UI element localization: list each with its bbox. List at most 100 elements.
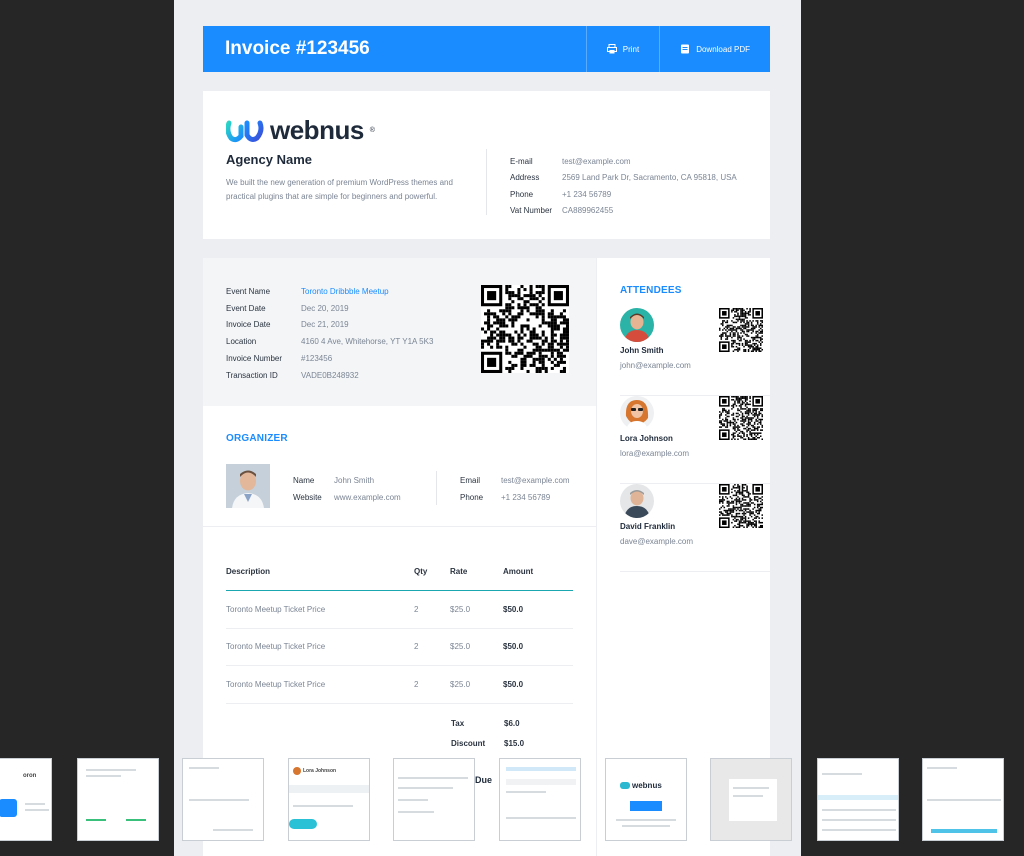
thumbnail-line — [822, 829, 896, 831]
thumbnail-line — [86, 769, 136, 771]
event-detail-row: Invoice Date Dec 21, 2019 — [226, 317, 433, 334]
print-button[interactable]: Print — [585, 26, 659, 72]
thumbnail[interactable]: Lora Johnson — [288, 758, 370, 841]
detail-label: Email — [460, 476, 481, 485]
person-avatar-icon — [620, 308, 654, 342]
pdf-icon — [681, 44, 690, 54]
agency-divider — [486, 149, 487, 215]
detail-label: Name — [293, 476, 315, 485]
detail-label: Invoice Number — [226, 354, 283, 364]
download-pdf-button[interactable]: Download PDF — [659, 26, 770, 72]
agency-detail-row: E-mail test@example.com — [510, 153, 737, 170]
thumbnail-line — [818, 795, 898, 800]
agency-detail-row: Vat Number CA889962455 — [510, 203, 737, 220]
thumbnail-line — [25, 809, 49, 811]
thumbnail-line — [86, 819, 106, 821]
event-details-panel: Event Name Toronto Dribbble Meetup Event … — [203, 258, 596, 406]
agency-description: We built the new generation of premium W… — [226, 178, 453, 201]
organizer-photo — [226, 464, 270, 508]
organizer-row: Email test@example.com — [460, 472, 570, 489]
person-avatar-icon — [620, 484, 654, 518]
thumbnail-line — [189, 767, 219, 769]
invoice-title: Invoice #123456 — [225, 38, 370, 59]
column-header: Qty — [414, 567, 428, 576]
thumbnail[interactable] — [499, 758, 581, 841]
thumbnail-line — [616, 819, 676, 821]
detail-label: Location — [226, 337, 257, 347]
column-header: Rate — [450, 567, 468, 576]
thumbnail-strip: oron Lora Johnson webnus — [0, 758, 1024, 842]
thumbnail-caption: webnus — [632, 781, 662, 790]
agency-detail-row: Phone +1 234 56789 — [510, 186, 737, 203]
thumbnail-line — [506, 767, 576, 771]
organizer-row: Phone +1 234 56789 — [460, 489, 570, 506]
detail-label: Website — [293, 493, 322, 502]
detail-label: Event Date — [226, 303, 266, 313]
attendee-card: David Franklin dave@example.com — [620, 484, 771, 572]
due-label: Due — [475, 775, 493, 785]
thumbnail[interactable] — [77, 758, 159, 841]
organizer-email[interactable]: test@example.com — [501, 476, 570, 485]
thumbnail-avatar — [293, 767, 301, 775]
item-qty: 2 — [414, 642, 419, 652]
thumbnail-line — [293, 805, 353, 807]
invoice-document: Invoice #123456 Print Download PDF webnu… — [174, 0, 801, 856]
attendees-heading: ATTENDEES — [620, 285, 682, 296]
attendee-avatar — [620, 308, 654, 342]
summary-label: Tax — [451, 719, 465, 728]
attendee-name: David Franklin — [620, 522, 676, 531]
thumbnail-graphic — [630, 801, 662, 811]
event-name-link[interactable]: Toronto Dribbble Meetup — [301, 287, 389, 296]
thumbnail-line — [126, 819, 146, 821]
thumbnail-line — [931, 829, 997, 833]
thumbnail[interactable] — [817, 758, 899, 841]
qr-code-icon — [719, 484, 763, 528]
thumbnail[interactable] — [710, 758, 792, 841]
thumbnail-line — [86, 775, 121, 777]
attendee-card: Lora Johnson lora@example.com — [620, 396, 771, 484]
agency-detail-row: Address 2569 Land Park Dr, Sacramento, CA… — [510, 170, 737, 187]
organizer-info: Name John Smith Website www.example.com — [293, 472, 401, 506]
item-rate: $25.0 — [450, 604, 471, 614]
detail-value: Dec 21, 2019 — [301, 320, 349, 330]
organizer-website[interactable]: www.example.com — [334, 493, 401, 502]
detail-value: #123456 — [301, 354, 333, 364]
thumbnail-line — [289, 785, 369, 793]
attendee-email[interactable]: john@example.com — [620, 361, 691, 370]
detail-value: CA889962455 — [562, 206, 614, 216]
summary-label: Discount — [451, 739, 486, 748]
attendee-email[interactable]: lora@example.com — [620, 449, 689, 458]
attendee-avatar — [620, 396, 654, 430]
qr-code-icon — [481, 285, 569, 373]
tax-summary: Tax $6.0 — [451, 719, 520, 728]
organizer-divider — [436, 471, 437, 505]
thumbnail[interactable] — [182, 758, 264, 841]
detail-value: Dec 20, 2019 — [301, 303, 349, 313]
thumbnail-line — [189, 799, 249, 801]
thumbnail-line — [25, 803, 45, 805]
thumbnail-line — [822, 809, 896, 811]
thumbnail-line — [927, 767, 957, 769]
organizer-row: Name John Smith — [293, 472, 401, 489]
organizer-contact: Email test@example.com Phone +1 234 56789 — [460, 472, 570, 506]
detail-value: test@example.com — [562, 156, 631, 166]
thumbnail-line — [213, 829, 253, 831]
detail-label: Phone — [510, 189, 534, 199]
organizer-heading: ORGANIZER — [226, 433, 288, 444]
event-detail-row: Event Name Toronto Dribbble Meetup — [226, 283, 433, 300]
thumbnail-line — [506, 791, 546, 793]
attendee-name: Lora Johnson — [620, 434, 673, 443]
logo-registered-mark: ® — [369, 127, 375, 134]
thumbnail[interactable]: webnus — [605, 758, 687, 841]
thumbnail-line — [733, 787, 769, 789]
attendee-email[interactable]: dave@example.com — [620, 537, 693, 546]
thumbnail[interactable] — [922, 758, 1004, 841]
summary-value: $15.0 — [504, 739, 525, 748]
thumbnail[interactable] — [393, 758, 475, 841]
table-row: Toronto Meetup Ticket Price 2 $25.0 $50.… — [226, 629, 573, 666]
viewer-stage: Invoice #123456 Print Download PDF webnu… — [0, 0, 1024, 856]
detail-label: Event Name — [226, 286, 271, 296]
thumbnail[interactable]: oron — [0, 758, 52, 841]
table-row: Toronto Meetup Ticket Price 2 $25.0 $50.… — [226, 666, 573, 704]
detail-label: Transaction ID — [226, 370, 278, 380]
